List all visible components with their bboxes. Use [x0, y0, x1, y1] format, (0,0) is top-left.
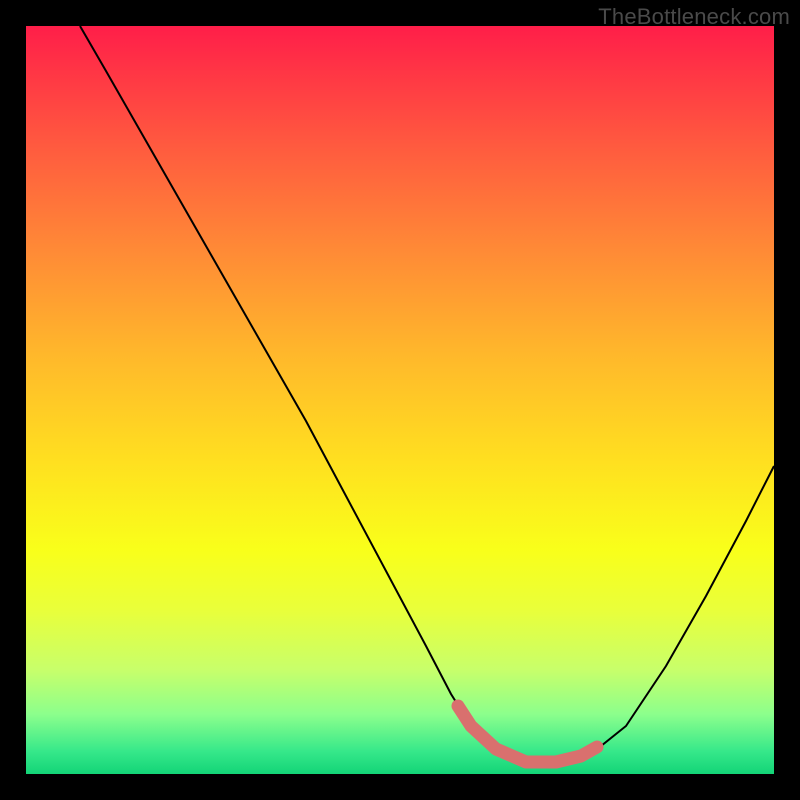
- plot-area: [26, 26, 774, 774]
- chart-frame: TheBottleneck.com: [0, 0, 800, 800]
- bottleneck-curve: [80, 26, 774, 762]
- curve-svg: [26, 26, 774, 774]
- highlight-segment: [458, 706, 597, 762]
